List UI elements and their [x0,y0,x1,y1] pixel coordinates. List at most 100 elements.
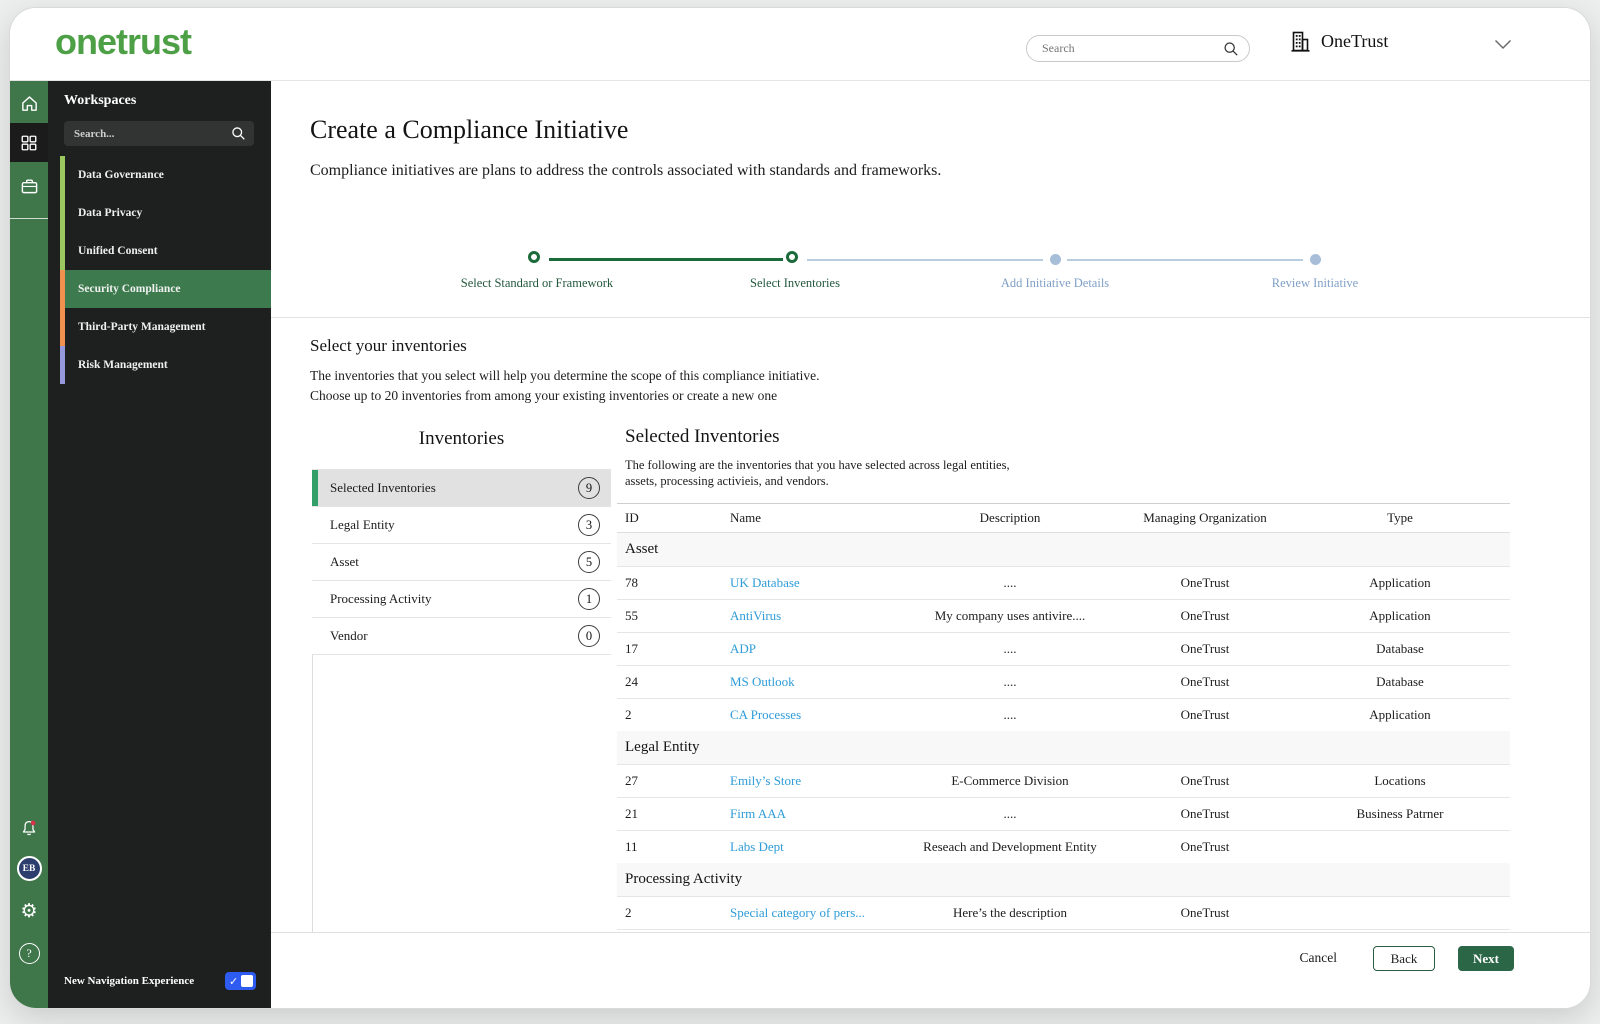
org-selector[interactable]: OneTrust [1290,30,1388,53]
step-circle-review-initiative[interactable] [1309,254,1321,265]
workspace-item-data-governance[interactable]: Data Governance [48,156,271,194]
selected-inventories-panel: Selected Inventories The following are t… [617,420,1510,930]
chevron-down-icon[interactable] [1494,39,1512,50]
wizard-footer: Cancel Back Next [271,932,1590,1008]
inventory-filter-selected-inventories[interactable]: Selected Inventories 9 [312,470,611,507]
table-group-header: Asset [617,533,1510,566]
next-button[interactable]: Next [1458,946,1514,971]
cell-managing-organization: OneTrust [1180,707,1230,722]
count-badge: 5 [578,551,600,573]
step-label: Review Initiative [1271,276,1359,290]
count-badge: 0 [578,625,600,647]
selected-inventories-heading: Selected Inventories [625,426,780,447]
table-group-name: Asset [625,541,659,557]
inventory-link[interactable]: Labs Dept [730,839,784,854]
cell-id: 21 [625,806,638,821]
step-circle-select-inventories[interactable] [786,251,798,263]
inventory-link[interactable]: Special category of pers... [730,905,865,920]
workspace-item-third-party-management[interactable]: Third-Party Management [48,308,271,346]
cell-description: .... [1003,641,1017,656]
onetrust-logo[interactable]: onetrust [55,21,192,63]
table-group-name: Processing Activity [625,871,743,887]
workspace-item-body: Security Compliance [65,270,271,308]
cell-name: UK Database [730,575,920,591]
workspace-item-body: Data Privacy [65,194,271,232]
cancel-button[interactable]: Cancel [1300,950,1337,966]
inventory-link[interactable]: ADP [730,641,756,656]
cell-name: ADP [730,641,920,657]
table-group-name: Legal Entity [625,739,700,755]
cell-managing-organization: OneTrust [1180,839,1230,854]
cell-description: My company uses antivire.... [934,608,1086,623]
workspace-item-label: Third-Party Management [78,321,206,333]
inventories-list: Selected Inventories 9 Legal Entity 3 Asset 5… [312,469,611,655]
workspace-item-label: Unified Consent [78,245,158,257]
wizard-stepper: Select Standard or Framework Select Inven… [271,218,1590,318]
user-avatar[interactable]: EB [10,849,48,888]
help-icon[interactable]: ? [10,934,48,973]
search-icon [1224,41,1238,56]
section-desc-line2: Choose up to 20 inventories from among y… [310,388,778,403]
workspace-item-label: Data Privacy [78,207,143,219]
table-row: 2 CA Processes.... OneTrust Application [617,698,1510,731]
cell-type: Database [1376,641,1424,656]
cell-type: Business Patrner [1356,806,1444,821]
settings-gear-icon[interactable]: ⚙ [10,892,48,931]
workspace-item-security-compliance[interactable]: Security Compliance [48,270,271,308]
check-icon: ✓ [229,974,239,988]
inventory-link[interactable]: AntiVirus [730,608,781,623]
inventories-heading: Inventories [418,428,505,449]
inventory-filter-processing-activity[interactable]: Processing Activity 1 [312,581,611,618]
workspaces-search[interactable] [64,121,254,146]
toggle-knob [241,975,253,987]
inventory-link[interactable]: MS Outlook [730,674,795,689]
cell-type: Locations [1374,773,1426,788]
step-circle-add-initiative-details[interactable] [1049,254,1061,265]
inventory-link[interactable]: CA Processes [730,707,801,722]
step-label: Add Initiative Details [1000,276,1110,290]
inventory-link[interactable]: Firm AAA [730,806,786,821]
cell-name: MS Outlook [730,674,920,690]
cell-description: .... [1003,575,1017,590]
cell-managing-organization: OneTrust [1180,905,1230,920]
workspace-item-body: Unified Consent [65,232,271,270]
inventory-link[interactable]: UK Database [730,575,800,590]
back-button[interactable]: Back [1373,946,1435,971]
cell-name: Labs Dept [730,839,920,855]
notifications-bell-icon[interactable] [10,809,48,848]
section-heading: Select your inventories [310,336,467,355]
workspace-item-unified-consent[interactable]: Unified Consent [48,232,271,270]
inventory-filter-label: Legal Entity [330,517,395,532]
workspace-item-data-privacy[interactable]: Data Privacy [48,194,271,232]
home-icon[interactable] [10,84,48,123]
global-search[interactable] [1026,35,1250,62]
workspaces-search-input[interactable] [64,127,231,140]
column-header-id: ID [625,510,639,525]
step-connector [549,258,783,261]
workspace-item-label: Security Compliance [78,283,181,295]
table-header-row: ID Name Description Managing Organizatio… [617,503,1510,533]
column-header-description: Description [979,510,1041,525]
apps-grid-icon[interactable] [10,123,48,162]
table-group-header: Legal Entity [617,731,1510,764]
workspace-item-body: Third-Party Management [65,308,271,346]
inventory-link[interactable]: Emily’s Store [730,773,801,788]
inventory-filter-vendor[interactable]: Vendor 0 [312,618,611,655]
inventory-filter-legal-entity[interactable]: Legal Entity 3 [312,507,611,544]
workspace-item-risk-management[interactable]: Risk Management [48,346,271,384]
cell-description: E-Commerce Division [951,773,1069,788]
inventory-filter-asset[interactable]: Asset 5 [312,544,611,581]
table-row: 17 ADP.... OneTrust Database [617,632,1510,665]
briefcase-icon[interactable] [10,166,48,205]
new-nav-toggle[interactable]: ✓ [225,972,256,990]
cell-id: 27 [625,773,638,788]
step-label: Select Inventories [750,276,840,290]
step-connector [807,259,1043,261]
cell-name: Emily’s Store [730,773,920,789]
cell-description: .... [1003,674,1017,689]
workspace-item-body: Data Governance [65,156,271,194]
step-circle-select-standard-or-framework[interactable] [528,251,540,263]
global-search-input[interactable] [1027,41,1223,56]
cell-type: Application [1369,575,1431,590]
table-row: 55 AntiVirus My company uses antivire.... O… [617,599,1510,632]
